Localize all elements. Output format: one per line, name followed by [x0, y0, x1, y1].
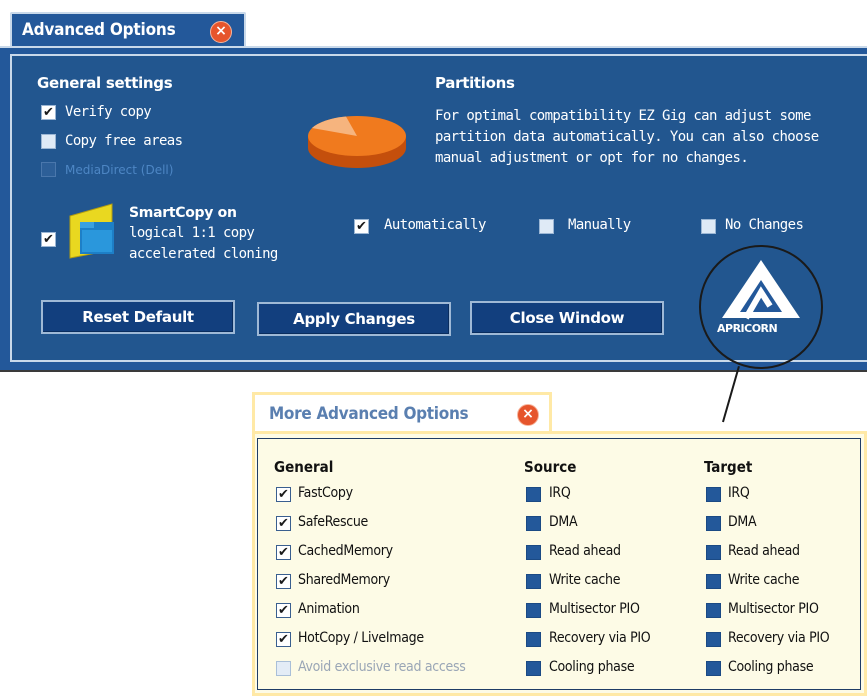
general-settings-heading: General settings [37, 74, 173, 92]
reset-default-button[interactable]: Reset Default [41, 300, 235, 334]
folder-icon [69, 203, 114, 259]
pie-chart-icon [308, 116, 406, 168]
source-cooling-phase-checkbox[interactable] [526, 661, 541, 676]
source-irq-checkbox[interactable] [526, 487, 541, 502]
sharedmemory-label: SharedMemory [298, 572, 390, 588]
target-multisector-pio-label: Multisector PIO [728, 601, 819, 617]
fastcopy-label: FastCopy [298, 485, 353, 501]
target-irq-checkbox[interactable] [706, 487, 721, 502]
more-advanced-options-window: General Source Target ✔ FastCopy ✔ SafeR… [252, 431, 867, 696]
target-heading: Target [704, 458, 753, 476]
target-dma-label: DMA [728, 514, 757, 530]
target-read-ahead-label: Read ahead [728, 543, 800, 559]
manually-label: Manually [568, 217, 631, 233]
automatically-label: Automatically [384, 217, 486, 233]
target-read-ahead-checkbox[interactable] [706, 545, 721, 560]
hotcopy-checkbox[interactable]: ✔ [276, 632, 291, 647]
target-write-cache-label: Write cache [728, 572, 800, 588]
target-recovery-via-pio-checkbox[interactable] [706, 632, 721, 647]
cachedmemory-label: CachedMemory [298, 543, 393, 559]
verify-copy-label: Verify copy [65, 104, 152, 120]
target-multisector-pio-checkbox[interactable] [706, 603, 721, 618]
partitions-desc-line3: manual adjustment or opt for no changes. [435, 150, 749, 166]
no-changes-label: No Changes [725, 217, 804, 233]
close-icon[interactable]: × [517, 404, 539, 426]
source-irq-label: IRQ [549, 485, 571, 501]
avoid-exclusive-read-label: Avoid exclusive read access [298, 659, 466, 675]
more-advanced-options-panel: General Source Target ✔ FastCopy ✔ SafeR… [257, 438, 861, 690]
target-write-cache-checkbox[interactable] [706, 574, 721, 589]
partitions-desc-line2: partition data automatically. You can al… [435, 129, 819, 145]
fastcopy-checkbox[interactable]: ✔ [276, 487, 291, 502]
source-write-cache-checkbox[interactable] [526, 574, 541, 589]
window-title: Advanced Options [22, 20, 176, 40]
avoid-exclusive-read-checkbox [276, 661, 291, 676]
automatically-checkbox[interactable]: ✔ [354, 219, 369, 234]
hotcopy-label: HotCopy / LiveImage [298, 630, 424, 646]
general-heading: General [274, 458, 334, 476]
saferescue-checkbox[interactable]: ✔ [276, 516, 291, 531]
target-irq-label: IRQ [728, 485, 750, 501]
smartcopy-line2: logical 1:1 copy [129, 225, 255, 241]
close-window-button[interactable]: Close Window [470, 301, 664, 335]
target-cooling-phase-label: Cooling phase [728, 659, 814, 675]
apply-changes-button[interactable]: Apply Changes [257, 302, 451, 336]
partitions-heading: Partitions [435, 74, 515, 92]
verify-copy-checkbox[interactable]: ✔ [41, 105, 56, 120]
sharedmemory-checkbox[interactable]: ✔ [276, 574, 291, 589]
source-dma-checkbox[interactable] [526, 516, 541, 531]
target-cooling-phase-checkbox[interactable] [706, 661, 721, 676]
source-recovery-via-pio-label: Recovery via PIO [549, 630, 651, 646]
source-multisector-pio-label: Multisector PIO [549, 601, 640, 617]
callout-line [722, 366, 740, 423]
animation-label: Animation [298, 601, 360, 617]
cachedmemory-checkbox[interactable]: ✔ [276, 545, 291, 560]
animation-checkbox[interactable]: ✔ [276, 603, 291, 618]
apricorn-wordmark: APRICORN [717, 322, 778, 335]
source-multisector-pio-checkbox[interactable] [526, 603, 541, 618]
manually-checkbox[interactable] [539, 219, 554, 234]
smartcopy-line3: accelerated cloning [129, 246, 278, 262]
mediadirect-checkbox [41, 162, 56, 177]
source-write-cache-label: Write cache [549, 572, 621, 588]
partitions-desc-line1: For optimal compatibility EZ Gig can adj… [435, 108, 811, 124]
saferescue-label: SafeRescue [298, 514, 368, 530]
target-recovery-via-pio-label: Recovery via PIO [728, 630, 830, 646]
source-heading: Source [524, 458, 577, 476]
copy-free-areas-label: Copy free areas [65, 133, 183, 149]
advanced-options-tab: Advanced Options × [10, 12, 246, 48]
copy-free-areas-checkbox[interactable] [41, 134, 56, 149]
no-changes-checkbox[interactable] [701, 219, 716, 234]
target-dma-checkbox[interactable] [706, 516, 721, 531]
mediadirect-label: MediaDirect (Dell) [65, 163, 174, 177]
source-cooling-phase-label: Cooling phase [549, 659, 635, 675]
smartcopy-title: SmartCopy on [129, 205, 237, 221]
close-icon[interactable]: × [210, 21, 232, 43]
source-recovery-via-pio-checkbox[interactable] [526, 632, 541, 647]
more-window-title: More Advanced Options [269, 404, 469, 424]
source-read-ahead-label: Read ahead [549, 543, 621, 559]
source-read-ahead-checkbox[interactable] [526, 545, 541, 560]
source-dma-label: DMA [549, 514, 578, 530]
more-advanced-options-tab: More Advanced Options × [252, 392, 552, 434]
smartcopy-checkbox[interactable]: ✔ [41, 232, 56, 247]
